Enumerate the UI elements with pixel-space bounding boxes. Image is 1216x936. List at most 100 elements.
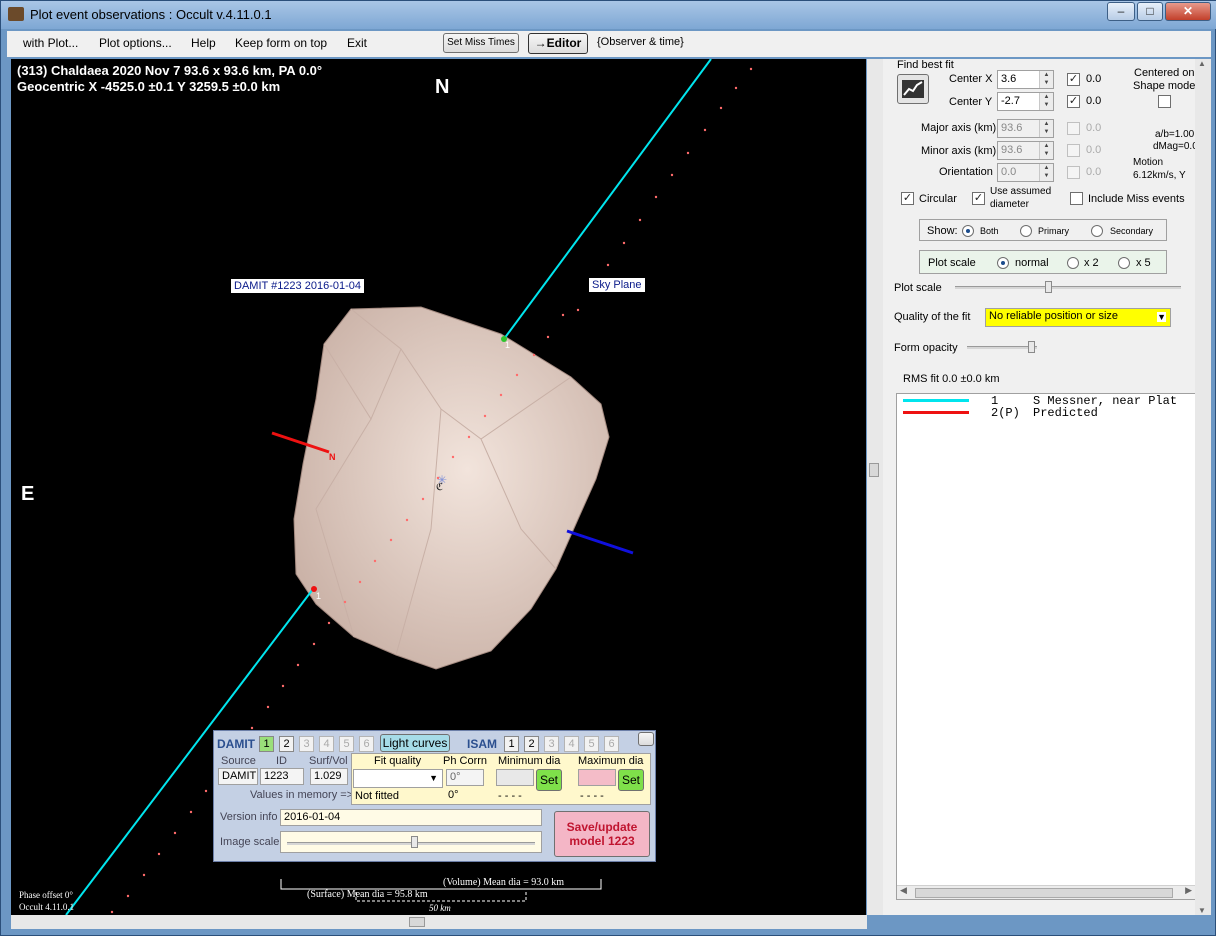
scale-normal-radio[interactable] <box>997 257 1009 269</box>
image-scale-slider[interactable] <box>280 831 542 853</box>
scroll-right-icon[interactable]: ▶ <box>1185 886 1192 896</box>
chord-label-bottom: 1 <box>316 591 322 601</box>
plot-scale-group-label: Plot scale <box>928 257 976 269</box>
volume-mean-dia: (Volume) Mean dia = 93.0 km <box>443 877 564 888</box>
fit-quality-header: Fit quality <box>374 755 422 767</box>
scroll-up-icon[interactable]: ▲ <box>1198 59 1206 68</box>
show-label: Show: <box>927 225 958 237</box>
include-miss-checkbox[interactable] <box>1070 192 1083 205</box>
version-info-field[interactable]: 2016-01-04 <box>280 809 542 826</box>
minor-axis-fit-value: 0.0 <box>1086 144 1102 156</box>
major-axis-checkbox[interactable] <box>1067 122 1080 135</box>
damit-model-label: DAMIT #1223 2016-01-04 <box>231 279 364 293</box>
editor-button[interactable]: →Editor <box>528 33 588 54</box>
scroll-left-icon[interactable]: ◀ <box>900 886 907 896</box>
menu-with-plot[interactable]: with Plot... <box>23 36 78 50</box>
damit-4-button[interactable]: 4 <box>319 736 334 752</box>
menu-keep-on-top[interactable]: Keep form on top <box>235 36 327 50</box>
isam-3-button[interactable]: 3 <box>544 736 559 752</box>
center-y-input[interactable]: -2.7 ▲ ▼ <box>997 92 1054 111</box>
isam-1-button[interactable]: 1 <box>504 736 519 752</box>
menu-bar: with Plot... Plot options... Help Keep f… <box>7 31 1211 57</box>
surface-mean-dia: (Surface) Mean dia = 95.8 km <box>307 889 428 900</box>
observer-time-label: {Observer & time} <box>597 36 684 48</box>
close-button[interactable]: ✕ <box>1165 2 1211 21</box>
chord-line-top <box>503 59 712 340</box>
damit-6-button[interactable]: 6 <box>359 736 374 752</box>
show-both-radio[interactable] <box>962 225 974 237</box>
center-x-label: Center X <box>949 73 993 85</box>
center-x-fit-value: 0.0 <box>1086 73 1102 85</box>
scale-x2-radio[interactable] <box>1067 257 1079 269</box>
minimize-button[interactable]: – <box>1107 2 1135 21</box>
save-update-model-button[interactable]: Save/update model 1223 <box>554 811 650 857</box>
plot-scale-slider-label: Plot scale <box>894 282 942 294</box>
sky-plane-label: Sky Plane <box>589 278 645 292</box>
panel-close-button[interactable] <box>638 732 654 746</box>
scale-x5-radio[interactable] <box>1118 257 1130 269</box>
center-x-input[interactable]: 3.6 ▲ ▼ <box>997 70 1054 89</box>
fit-quality-dropdown[interactable]: ▼ <box>353 769 443 788</box>
damit-3-button[interactable]: 3 <box>299 736 314 752</box>
max-dia-set-button[interactable]: Set <box>618 769 644 791</box>
min-dia-set-button[interactable]: Set <box>536 769 562 791</box>
orientation-checkbox[interactable] <box>1067 166 1080 179</box>
find-best-fit-button[interactable] <box>897 74 929 104</box>
legend-color-swatch <box>903 399 969 402</box>
use-assumed-checkbox[interactable]: ✓ <box>972 192 985 205</box>
centered-on-shape-checkbox[interactable] <box>1158 95 1171 108</box>
scale-x2-label: x 2 <box>1084 257 1099 269</box>
form-opacity-label: Form opacity <box>894 342 958 354</box>
scale-normal-label: normal <box>1015 257 1049 269</box>
menu-exit[interactable]: Exit <box>347 36 367 50</box>
scale-x5-label: x 5 <box>1136 257 1151 269</box>
diameter-label: diameter <box>990 199 1029 210</box>
damit-1-button[interactable]: 1 <box>259 736 274 752</box>
center-x-checkbox[interactable]: ✓ <box>1067 73 1080 86</box>
legend-color-swatch <box>903 411 969 414</box>
quality-of-fit-label: Quality of the fit <box>894 311 971 323</box>
show-primary-radio[interactable] <box>1020 225 1032 237</box>
center-y-checkbox[interactable]: ✓ <box>1067 95 1080 108</box>
damit-2-button[interactable]: 2 <box>279 736 294 752</box>
dropdown-arrow-icon: ▼ <box>1157 312 1166 322</box>
min-dia-value: - - - - <box>498 790 522 802</box>
damit-heading: DAMIT <box>217 737 255 751</box>
plot-horizontal-scrollbar[interactable] <box>11 915 867 929</box>
center-y-label: Center Y <box>949 96 993 108</box>
set-miss-times-button[interactable]: Set Miss Times <box>443 33 519 53</box>
plot-scale-slider[interactable] <box>955 279 1181 295</box>
damit-5-button[interactable]: 5 <box>339 736 354 752</box>
minor-axis-input[interactable]: 93.6 ▲ ▼ <box>997 141 1054 160</box>
minor-axis-checkbox[interactable] <box>1067 144 1080 157</box>
show-secondary-radio[interactable] <box>1091 225 1103 237</box>
isam-4-button[interactable]: 4 <box>564 736 579 752</box>
scroll-down-icon[interactable]: ▼ <box>1198 906 1206 915</box>
orientation-input[interactable]: 0.0 ▲ ▼ <box>997 163 1054 182</box>
minor-axis-label: Minor axis (km) <box>921 145 997 157</box>
observer-legend-list[interactable]: 1 S Messner, near Plat 2(P) Predicted ◀ … <box>896 393 1196 900</box>
app-window: Plot event observations : Occult v.4.11.… <box>0 0 1216 936</box>
menu-help[interactable]: Help <box>191 36 216 50</box>
ph-corrn-header: Ph Corrn <box>443 755 488 767</box>
chord-label-top: 1 <box>505 340 511 350</box>
isam-6-button[interactable]: 6 <box>604 736 619 752</box>
plot-vertical-scrollbar[interactable] <box>867 59 883 915</box>
center-marker: ℭ <box>436 482 444 493</box>
isam-2-button[interactable]: 2 <box>524 736 539 752</box>
surfvol-field: 1.029 <box>310 768 348 785</box>
menu-plot-options[interactable]: Plot options... <box>99 36 172 50</box>
form-opacity-slider[interactable] <box>967 339 1037 355</box>
major-axis-input[interactable]: 93.6 ▲ ▼ <box>997 119 1054 138</box>
light-curves-button[interactable]: Light curves <box>380 734 450 752</box>
ph-corrn-field: 0° <box>446 769 484 786</box>
legend-horizontal-scrollbar[interactable]: ◀ ▶ <box>897 885 1195 899</box>
panel-vertical-scrollbar[interactable]: ▲ ▼ <box>1195 59 1211 915</box>
maximize-button[interactable]: □ <box>1137 2 1163 21</box>
circular-checkbox[interactable]: ✓ <box>901 192 914 205</box>
version-info-label: Version info <box>220 811 278 823</box>
show-secondary-label: Secondary <box>1110 226 1154 236</box>
use-assumed-label: Use assumed <box>990 186 1052 197</box>
isam-5-button[interactable]: 5 <box>584 736 599 752</box>
quality-of-fit-dropdown[interactable]: No reliable position or size ▼ <box>985 308 1171 327</box>
